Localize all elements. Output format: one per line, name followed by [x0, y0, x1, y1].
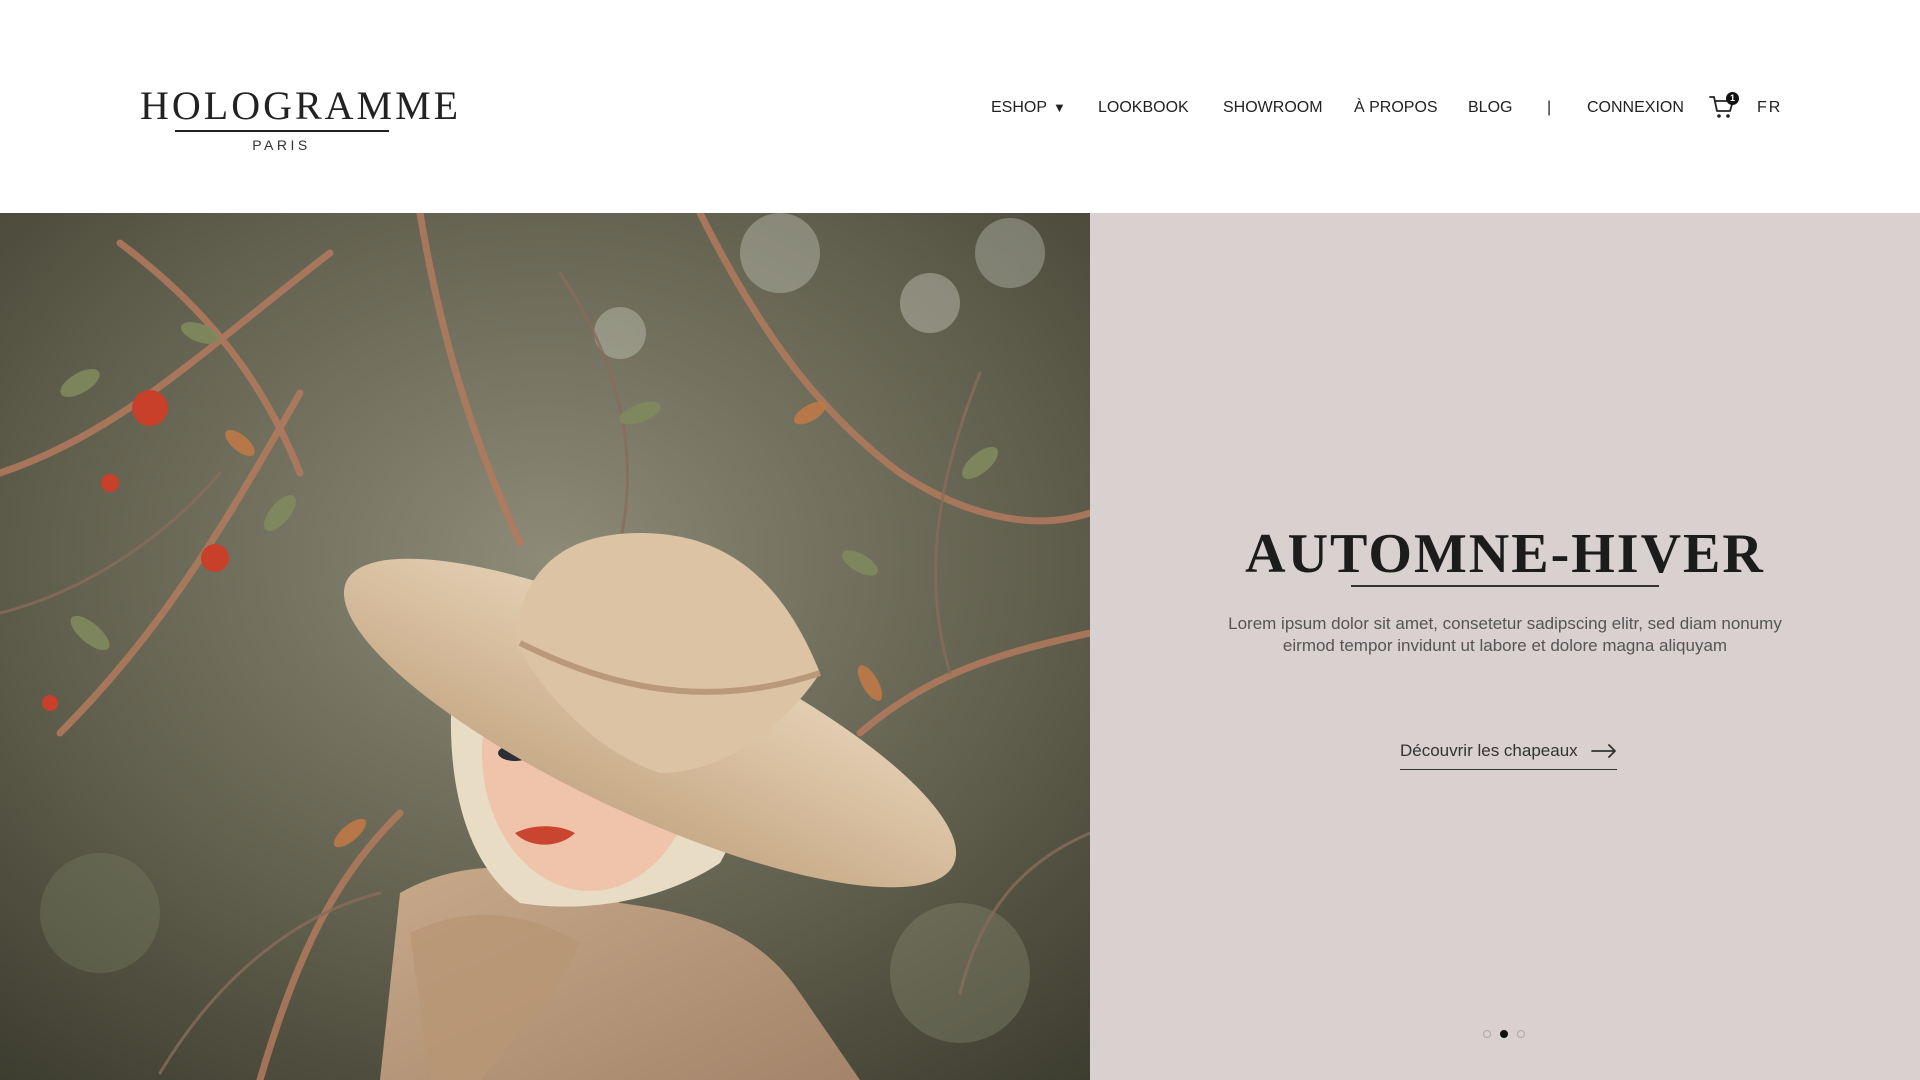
nav-eshop[interactable]: ESHOP ▼ — [991, 96, 1066, 120]
nav-connexion[interactable]: CONNEXION — [1587, 96, 1684, 120]
hero-title: AUTOMNE-HIVER — [1245, 523, 1765, 585]
nav-showroom[interactable]: SHOWROOM — [1223, 96, 1323, 120]
chevron-down-icon: ▼ — [1053, 100, 1066, 115]
slider-pagination — [1483, 1030, 1525, 1038]
cart-button[interactable]: 1 — [1708, 92, 1742, 122]
slider-dot-3[interactable] — [1517, 1030, 1525, 1038]
nav-a-propos[interactable]: À PROPOS — [1354, 96, 1438, 120]
slider-dot-1[interactable] — [1483, 1030, 1491, 1038]
discover-hats-link[interactable]: Découvrir les chapeaux — [1400, 740, 1617, 770]
nav-separator: | — [1547, 99, 1552, 116]
brand-city: PARIS — [252, 136, 311, 153]
hero-description: Lorem ipsum dolor sit amet, consetetur s… — [1228, 614, 1782, 655]
hero-title-underline — [1351, 585, 1659, 587]
cart-count-badge: 1 — [1726, 92, 1739, 105]
site-header: HOLOGRAMME PARIS ESHOP ▼ LOOKBOOK SHOWROO… — [0, 0, 1920, 213]
logo-divider — [174, 130, 389, 132]
nav-blog[interactable]: BLOG — [1468, 96, 1512, 120]
hero-panel: AUTOMNE-HIVER Lorem ipsum dolor sit amet… — [1090, 213, 1920, 1080]
nav-eshop-label: ESHOP — [991, 99, 1048, 116]
main-nav: ESHOP ▼ LOOKBOOK SHOWROOM À PROPOS BLOG |… — [0, 96, 1920, 120]
discover-hats-label: Découvrir les chapeaux — [1400, 741, 1578, 760]
nav-lookbook[interactable]: LOOKBOOK — [1098, 96, 1189, 120]
hero-photo — [0, 213, 1090, 1080]
hero-photo-illustration — [0, 213, 1090, 1080]
language-switcher[interactable]: FR — [1757, 96, 1782, 120]
arrow-right-icon — [1591, 744, 1616, 758]
slider-dot-2[interactable] — [1500, 1030, 1508, 1038]
